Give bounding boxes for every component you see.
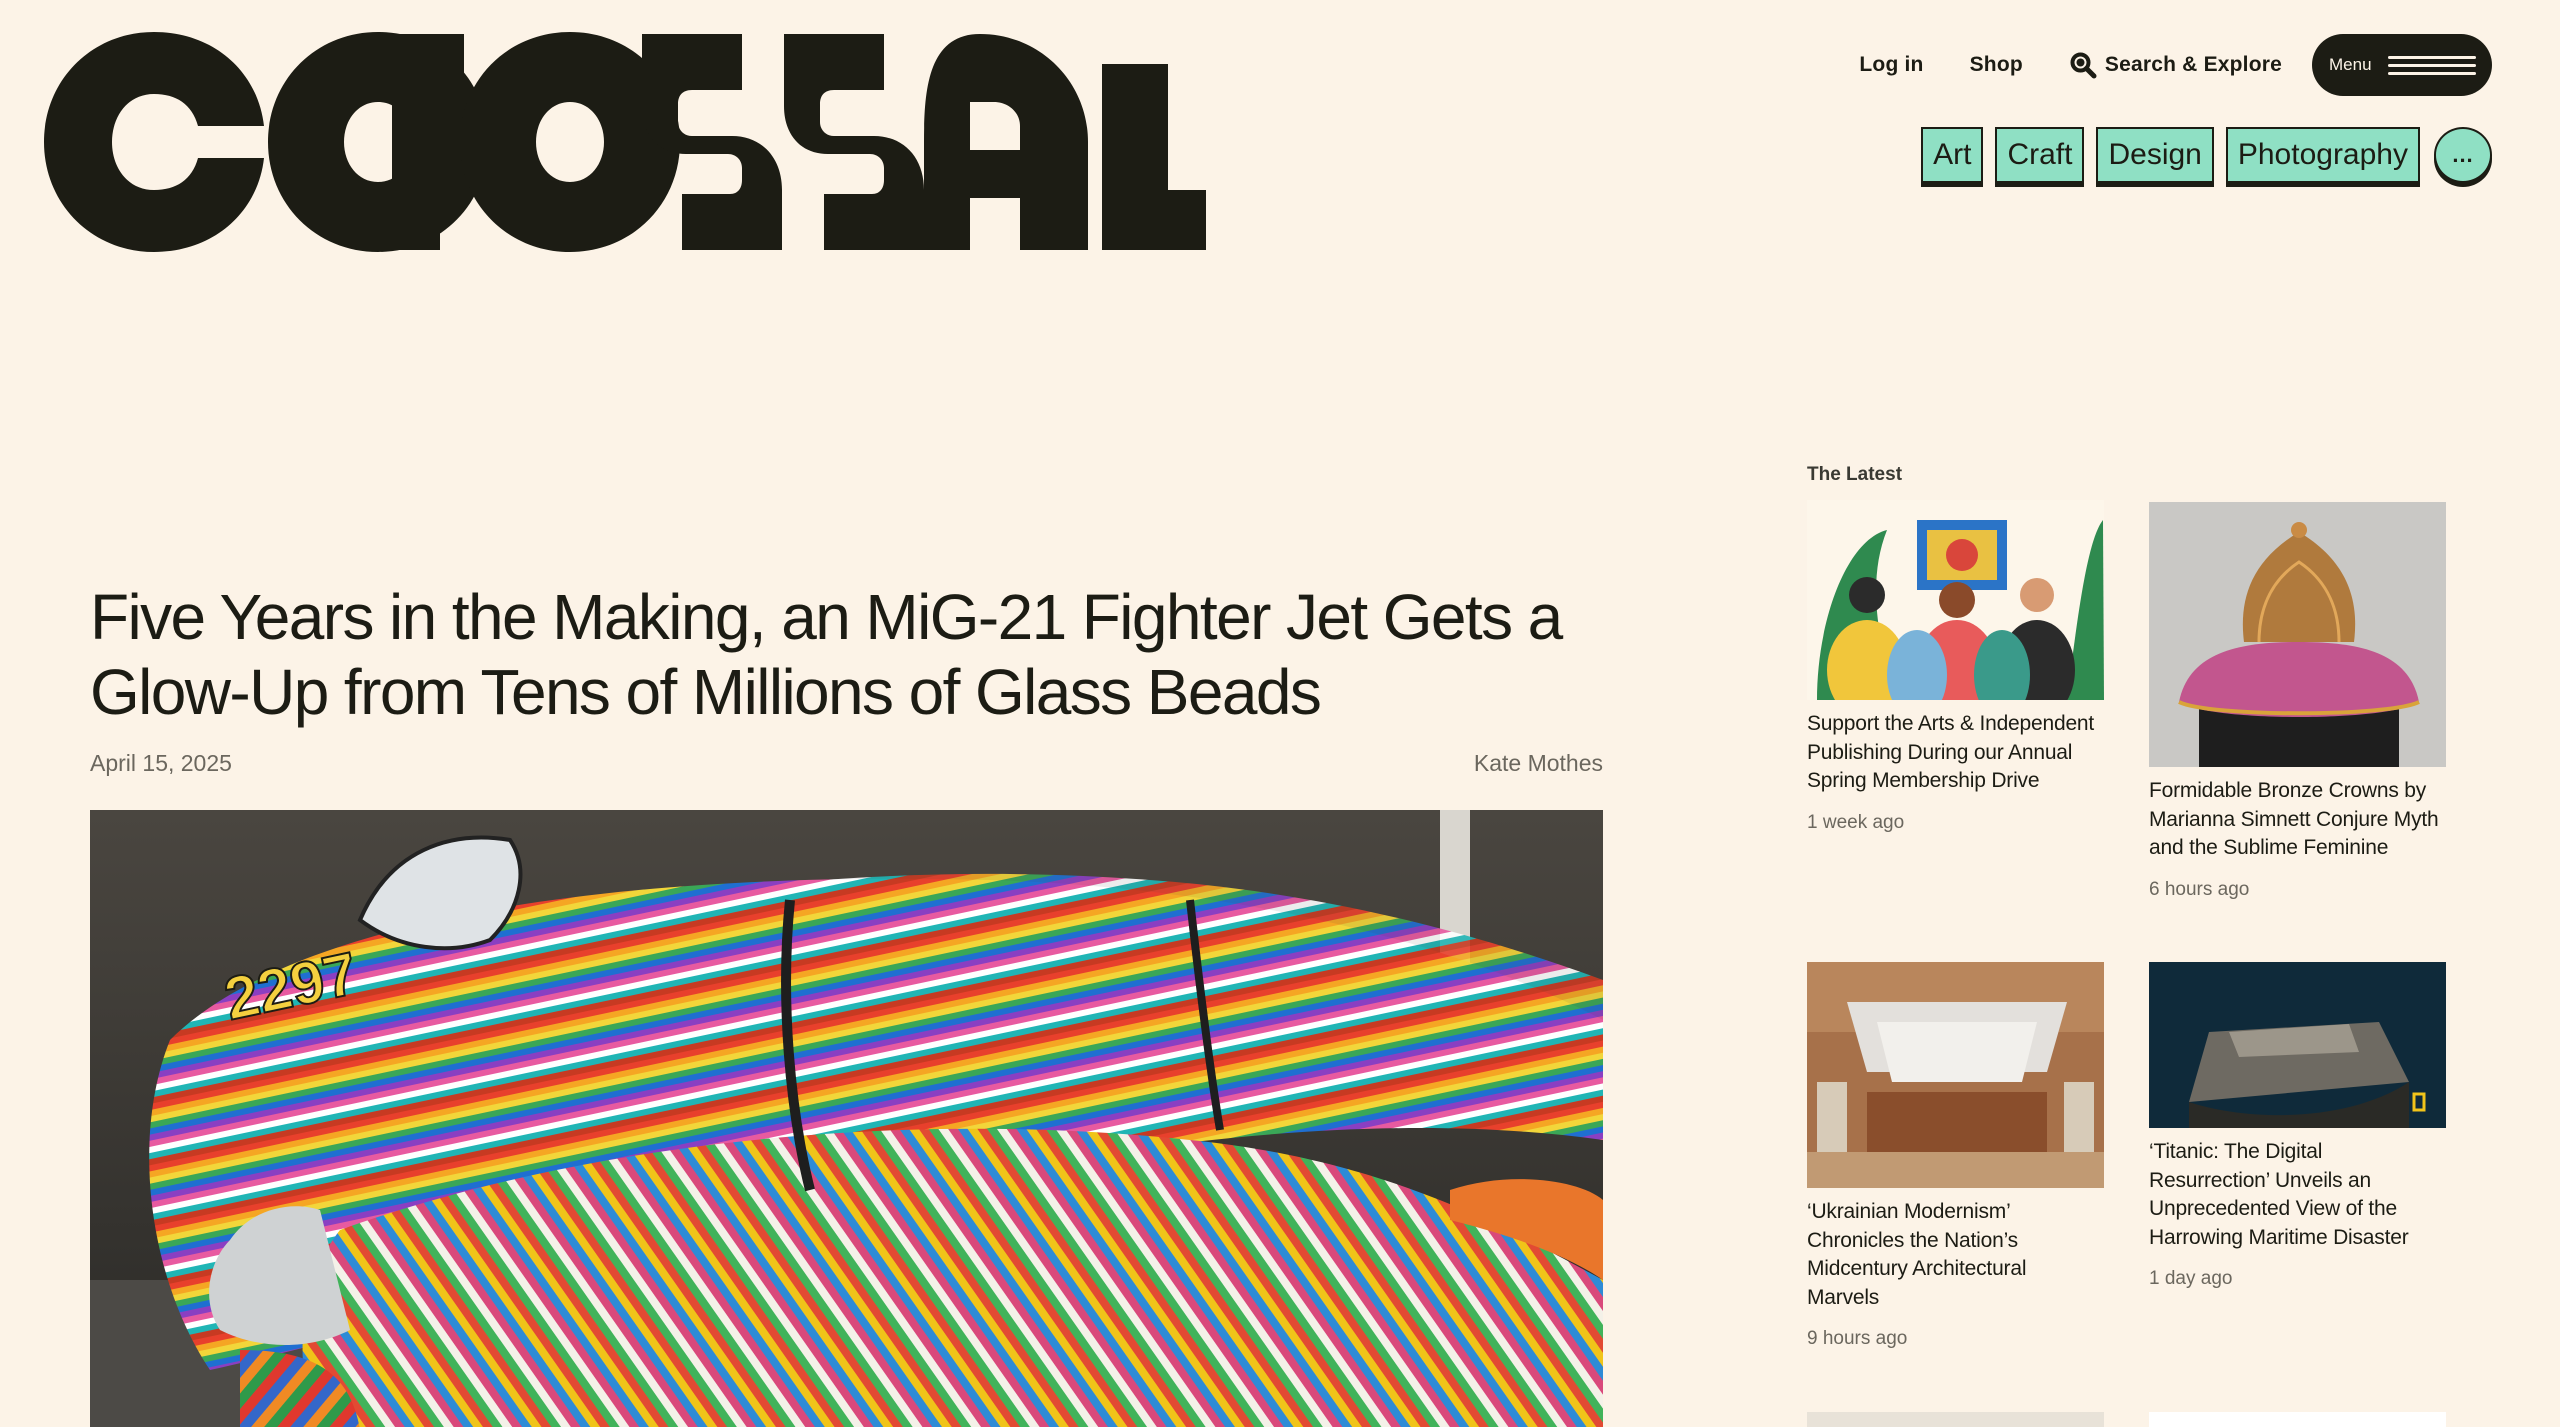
utility-nav: Log in Shop Search & Explore Menu: [1813, 34, 2492, 96]
beaded-jet-image: 2297: [90, 810, 1603, 1427]
category-design[interactable]: Design: [2096, 127, 2214, 183]
logo-wordmark: [44, 32, 1206, 252]
card-timestamp: 9 hours ago: [1807, 1328, 1908, 1349]
search-explore-link[interactable]: Search & Explore: [2069, 51, 2282, 79]
card-title: Formidable Bronze Crowns by Marianna Sim…: [2149, 779, 2439, 859]
featured-article: Five Years in the Making, an MiG-21 Figh…: [90, 580, 1603, 777]
category-photography[interactable]: Photography: [2225, 127, 2420, 183]
card-thumbnail: [2149, 962, 2446, 1128]
article-author[interactable]: Kate Mothes: [1474, 750, 1603, 777]
hamburger-icon: [2388, 55, 2476, 75]
more-categories-button[interactable]: ...: [2434, 127, 2492, 183]
article-date: April 15, 2025: [90, 750, 232, 776]
card-timestamp: 1 week ago: [1807, 811, 1905, 833]
category-art[interactable]: Art: [1921, 127, 1984, 183]
latest-card-titanic[interactable]: ‘Titanic: The Digital Resurrection’ Unve…: [2149, 962, 2446, 1290]
menu-button[interactable]: Menu: [2312, 34, 2492, 96]
colossal-logo[interactable]: [42, 30, 1206, 254]
card-thumbnail-partial[interactable]: [1807, 1412, 2104, 1427]
card-thumbnail: [1807, 500, 2104, 700]
category-nav: Art Craft Design Photography ...: [1921, 127, 2492, 183]
card-title: ‘Titanic: The Digital Resurrection’ Unve…: [2149, 1140, 2409, 1249]
menu-label: Menu: [2329, 55, 2372, 74]
article-headline[interactable]: Five Years in the Making, an MiG-21 Figh…: [90, 580, 1603, 730]
latest-card-ukrainian-modernism[interactable]: ‘Ukrainian Modernism’ Chronicles the Nat…: [1807, 962, 2104, 1350]
card-thumbnail-partial[interactable]: [2149, 1412, 2446, 1427]
category-craft[interactable]: Craft: [1995, 127, 2085, 183]
search-icon: [2070, 52, 2097, 79]
card-timestamp: 1 day ago: [2149, 1268, 2233, 1289]
card-title: ‘Ukrainian Modernism’ Chronicles the Nat…: [1807, 1200, 2027, 1309]
card-timestamp: 6 hours ago: [2149, 878, 2250, 900]
latest-heading: The Latest: [1807, 464, 1903, 485]
latest-card-bronze-crowns[interactable]: Formidable Bronze Crowns by Marianna Sim…: [2149, 502, 2446, 901]
page: Log in Shop Search & Explore Menu Art Cr…: [0, 0, 2560, 1427]
search-explore-label: Search & Explore: [2104, 53, 2282, 76]
article-hero-image[interactable]: 2297: [90, 810, 1603, 1427]
latest-card-membership[interactable]: Support the Arts & Independent Publishin…: [1807, 500, 2104, 834]
card-title: Support the Arts & Independent Publishin…: [1807, 712, 2095, 792]
login-link[interactable]: Log in: [1859, 53, 1923, 77]
card-thumbnail: [1807, 962, 2104, 1188]
card-thumbnail: [2149, 502, 2446, 767]
article-meta: April 15, 2025 Kate Mothes: [90, 750, 1603, 777]
shop-link[interactable]: Shop: [1970, 53, 2023, 77]
